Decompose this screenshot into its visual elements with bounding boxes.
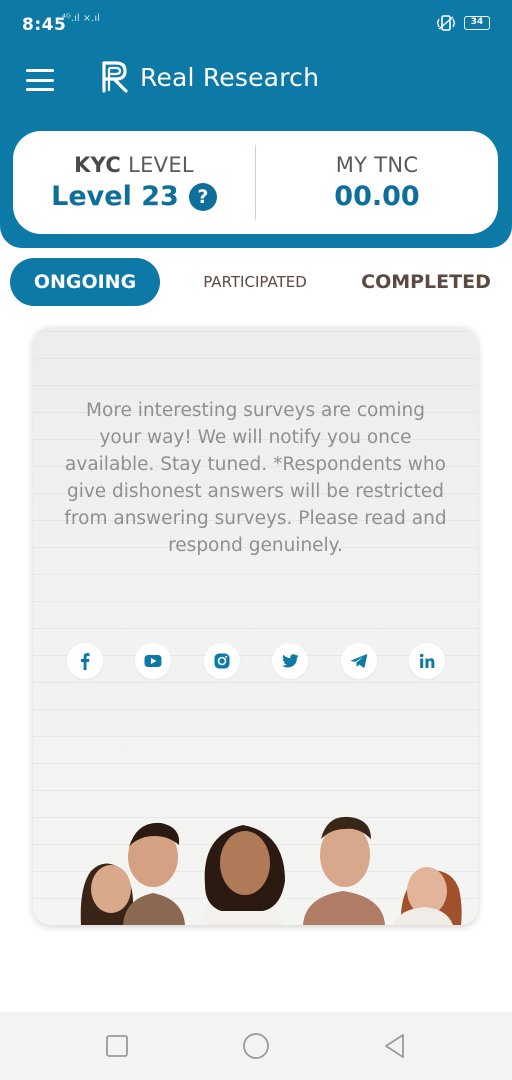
battery-icon: 34	[464, 16, 490, 30]
kyc-level-label: KYC LEVEL	[74, 153, 194, 177]
status-bar: 8:45 ⁴ᴳ.ıl ×.ıl 34	[0, 0, 512, 52]
person-1-face	[91, 865, 131, 913]
telegram-icon[interactable]	[340, 643, 377, 679]
tnc-value: 00.00	[334, 181, 420, 212]
home-icon[interactable]	[242, 1032, 270, 1060]
survey-tabs: ONGOING PARTICIPATED COMPLETED	[10, 258, 502, 306]
help-icon[interactable]: ?	[188, 182, 217, 211]
android-nav-bar	[0, 1012, 512, 1080]
kyc-label-bold: KYC	[74, 153, 122, 177]
brand-name: Real Research	[140, 62, 320, 92]
empty-state-message: More interesting surveys are coming your…	[64, 400, 447, 556]
kyc-level-value: Level 23	[51, 181, 179, 212]
tab-ongoing[interactable]: ONGOING	[10, 258, 160, 306]
tnc-section: MY TNC 00.00	[256, 131, 498, 234]
menu-line	[26, 88, 54, 91]
header: 8:45 ⁴ᴳ.ıl ×.ıl 34 Real Research KYC LEV…	[0, 0, 512, 248]
empty-state-card: More interesting surveys are coming your…	[33, 327, 478, 925]
status-right: 34	[436, 15, 490, 31]
tab-participated[interactable]: PARTICIPATED	[190, 258, 320, 306]
instagram-icon[interactable]	[203, 643, 240, 679]
person-3-face	[220, 831, 270, 895]
menu-line	[26, 69, 54, 72]
signal-icon: ⁴ᴳ.ıl ×.ıl	[62, 13, 100, 24]
stats-card: KYC LEVEL Level 23 ? MY TNC 00.00	[13, 131, 498, 234]
brand: Real Research	[100, 60, 319, 94]
youtube-icon[interactable]	[135, 643, 172, 679]
tab-completed[interactable]: COMPLETED	[360, 258, 492, 306]
recents-icon[interactable]	[103, 1032, 131, 1060]
menu-button[interactable]	[24, 66, 56, 94]
status-time: 8:45	[22, 15, 67, 35]
social-links	[67, 643, 445, 679]
person-4-shirt	[303, 891, 385, 925]
tnc-label: MY TNC	[335, 153, 419, 177]
menu-line	[26, 78, 54, 82]
linkedin-icon[interactable]	[408, 643, 445, 679]
vibrate-icon	[436, 15, 456, 31]
back-icon[interactable]	[381, 1032, 409, 1060]
facebook-icon[interactable]	[67, 643, 103, 679]
app-root: 8:45 ⁴ᴳ.ıl ×.ıl 34 Real Research KYC LEV…	[0, 0, 512, 1080]
twitter-icon[interactable]	[272, 643, 309, 679]
kyc-level-section: KYC LEVEL Level 23 ?	[13, 131, 255, 234]
kyc-level-value-row: Level 23 ?	[51, 181, 217, 212]
real-research-logo-icon	[102, 61, 128, 93]
people-photo	[80, 816, 462, 925]
top-bar: Real Research	[0, 52, 512, 108]
kyc-label-rest: LEVEL	[121, 153, 194, 177]
